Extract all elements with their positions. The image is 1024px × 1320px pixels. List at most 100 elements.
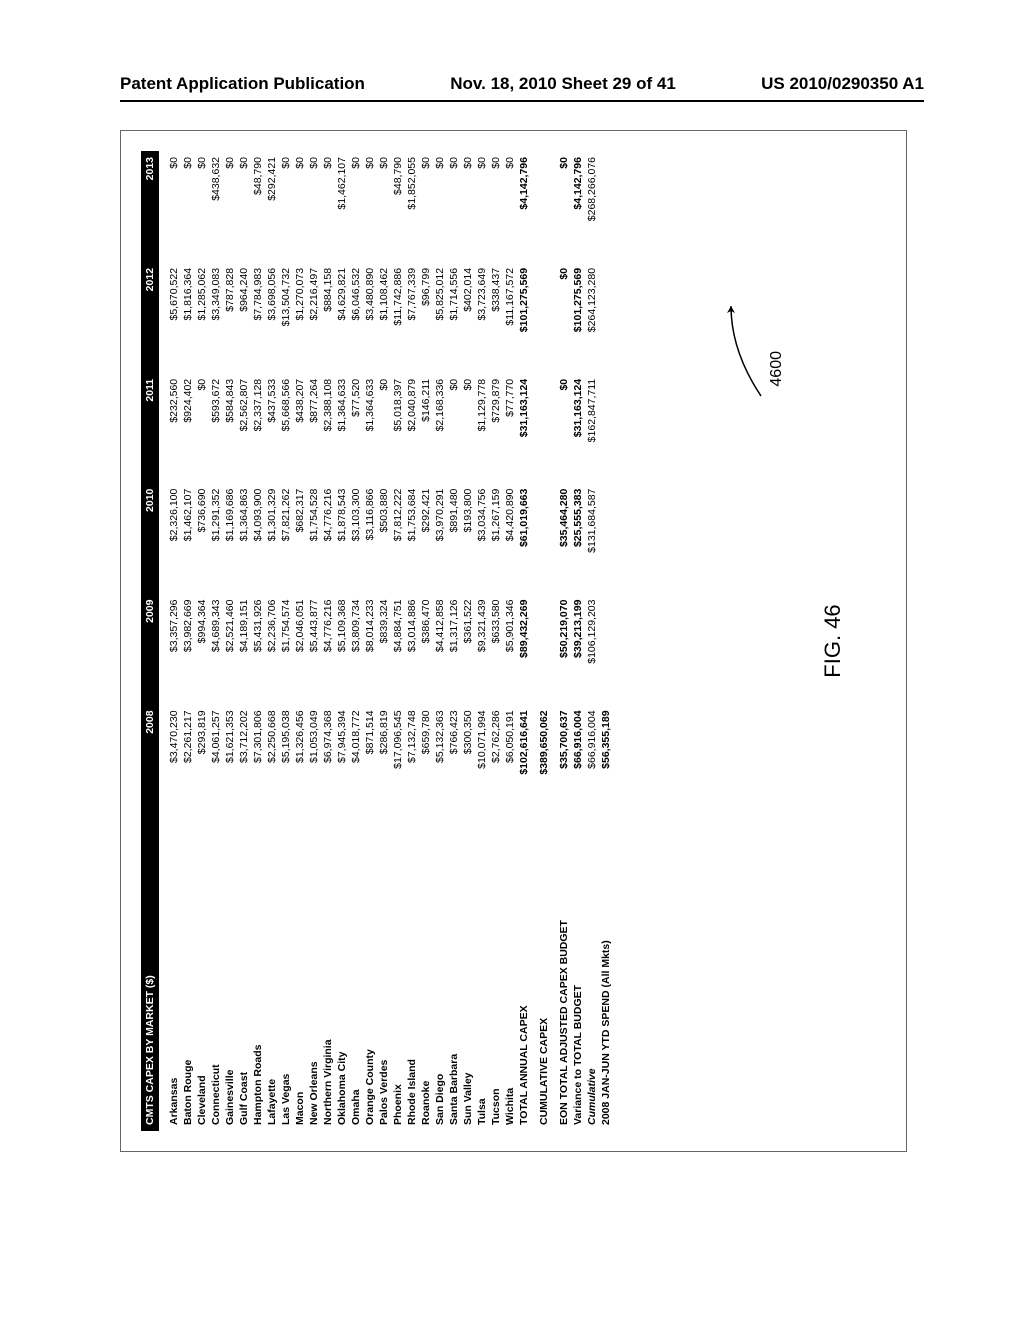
cell: $0 xyxy=(307,151,321,262)
cell: $787,828 xyxy=(223,262,237,373)
cell: $35,700,637 xyxy=(557,704,571,815)
table-row: Wichita$6,050,191$5,901,346$4,420,890$77… xyxy=(503,151,517,1131)
row-label: Oklahoma City xyxy=(335,815,349,1131)
cell: $4,093,900 xyxy=(251,483,265,594)
cell: $7,767,339 xyxy=(405,262,419,373)
row-label: Tulsa xyxy=(475,815,489,1131)
cell: $1,129,778 xyxy=(475,373,489,483)
cell: $96,799 xyxy=(419,262,433,373)
cell: $3,480,890 xyxy=(363,262,377,373)
cell: $1,317,126 xyxy=(447,594,461,705)
cell xyxy=(599,483,613,594)
cell: $2,216,497 xyxy=(307,262,321,373)
cell xyxy=(599,373,613,483)
row-label: Hampton Roads xyxy=(251,815,265,1131)
row-label: Orange County xyxy=(363,815,377,1131)
cell: $2,521,460 xyxy=(223,594,237,705)
cell: $3,357,296 xyxy=(167,594,181,705)
row-label: Roanoke xyxy=(419,815,433,1131)
row-label: Las Vegas xyxy=(279,815,293,1131)
cell: $3,349,083 xyxy=(209,262,223,373)
cell: $6,050,191 xyxy=(503,704,517,815)
cell: $77,520 xyxy=(349,373,363,483)
cell: $0 xyxy=(279,151,293,262)
cell: $1,364,633 xyxy=(335,373,349,483)
table-row: Orange County$871,514$8,014,233$3,116,86… xyxy=(363,151,377,1131)
row-label: New Orleans xyxy=(307,815,321,1131)
cell: $3,034,756 xyxy=(475,483,489,594)
cell: $8,014,233 xyxy=(363,594,377,705)
page-header: Patent Application Publication Nov. 18, … xyxy=(120,74,924,102)
cell: $101,275,569 xyxy=(517,262,531,373)
cell: $0 xyxy=(503,151,517,262)
cell: $300,350 xyxy=(461,704,475,815)
cell: $0 xyxy=(349,151,363,262)
cell: $1,169,686 xyxy=(223,483,237,594)
cell: $25,555,383 xyxy=(571,483,585,594)
cell: $633,580 xyxy=(489,594,503,705)
cell: $659,780 xyxy=(419,704,433,815)
cell: $1,754,528 xyxy=(307,483,321,594)
table-row: Hampton Roads$7,301,806$5,431,926$4,093,… xyxy=(251,151,265,1131)
row-label: Cumulative xyxy=(585,815,599,1131)
row-label: Northern Virginia xyxy=(321,815,335,1131)
table-row: 2008 JAN-JUN YTD SPEND (All Mkts)$56,355… xyxy=(599,151,613,1131)
cell: $402,014 xyxy=(461,262,475,373)
cell: $0 xyxy=(237,151,251,262)
table-row: Las Vegas$5,195,038$1,754,574$7,821,262$… xyxy=(279,151,293,1131)
row-label: EON TOTAL ADJUSTED CAPEX BUDGET xyxy=(557,815,571,1131)
row-label: Santa Barbara xyxy=(447,815,461,1131)
cell: $1,462,107 xyxy=(335,151,349,262)
cell: $89,432,269 xyxy=(517,594,531,705)
cell xyxy=(599,262,613,373)
cell: $193,800 xyxy=(461,483,475,594)
cell: $1,364,633 xyxy=(363,373,377,483)
cell: $5,901,346 xyxy=(503,594,517,705)
cell: $1,053,049 xyxy=(307,704,321,815)
cell: $5,109,368 xyxy=(335,594,349,705)
cell: $4,776,216 xyxy=(321,483,335,594)
cell: $729,879 xyxy=(489,373,503,483)
figure-label: FIG. 46 xyxy=(820,131,846,1151)
cell xyxy=(537,594,551,705)
table-row: New Orleans$1,053,049$5,443,877$1,754,52… xyxy=(307,151,321,1131)
cell: $11,742,886 xyxy=(391,262,405,373)
cell: $0 xyxy=(377,151,391,262)
table-title: CMTS CAPEX BY MARKET ($) xyxy=(141,815,159,1131)
row-label: Arkansas xyxy=(167,815,181,1131)
cell: $0 xyxy=(167,151,181,262)
cell: $0 xyxy=(321,151,335,262)
cell: $66,916,004 xyxy=(585,704,599,815)
cell: $264,123,280 xyxy=(585,262,599,373)
cell: $361,522 xyxy=(461,594,475,705)
year-col: 2008 xyxy=(141,704,159,815)
table-row: Macon$1,326,456$2,046,051$682,317$438,20… xyxy=(293,151,307,1131)
cell: $2,040,879 xyxy=(405,373,419,483)
cell: $5,431,926 xyxy=(251,594,265,705)
table-row: Cumulative$66,916,004$106,129,203$131,68… xyxy=(585,151,599,1131)
cell: $877,264 xyxy=(307,373,321,483)
cell: $162,847,711 xyxy=(585,373,599,483)
cell: $3,103,300 xyxy=(349,483,363,594)
cell: $1,878,543 xyxy=(335,483,349,594)
table-row: Connecticut$4,061,257$4,689,343$1,291,35… xyxy=(209,151,223,1131)
cell: $1,285,062 xyxy=(195,262,209,373)
cell: $438,207 xyxy=(293,373,307,483)
cell: $2,250,668 xyxy=(265,704,279,815)
cell: $6,046,532 xyxy=(349,262,363,373)
cell: $1,108,462 xyxy=(377,262,391,373)
cell: $4,142,796 xyxy=(517,151,531,262)
cell: $1,462,107 xyxy=(181,483,195,594)
row-label: San Diego xyxy=(433,815,447,1131)
cell: $39,213,199 xyxy=(571,594,585,705)
cell: $0 xyxy=(181,151,195,262)
table-row: Omaha$4,018,772$3,809,734$3,103,300$77,5… xyxy=(349,151,363,1131)
row-label: Cleveland xyxy=(195,815,209,1131)
table-row: Tucson$2,762,286$633,580$1,267,159$729,8… xyxy=(489,151,503,1131)
cell: $682,317 xyxy=(293,483,307,594)
cell: $2,236,706 xyxy=(265,594,279,705)
cell: $0 xyxy=(195,373,209,483)
cell: $0 xyxy=(475,151,489,262)
table-row: Rhode Island$7,132,748$3,014,886$1,753,6… xyxy=(405,151,419,1131)
cell: $61,019,663 xyxy=(517,483,531,594)
